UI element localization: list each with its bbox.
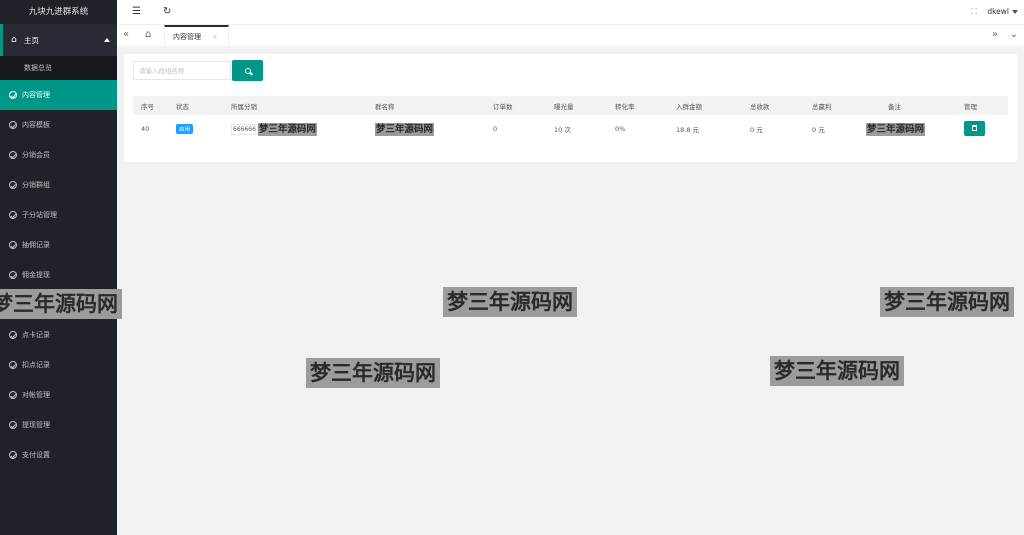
sidebar-item-substations[interactable]: 子分站管理 xyxy=(0,200,117,230)
sidebar-item-label: 对帐管理 xyxy=(22,391,50,399)
sidebar-subitem-overview[interactable]: 数据总览 xyxy=(0,56,117,80)
cell-id: 40 xyxy=(141,125,150,133)
sidebar-item-groups[interactable]: 分销群组 xyxy=(0,170,117,200)
tabs-scroll-right-icon[interactable]: » xyxy=(992,29,998,41)
column-header: 所属分销 xyxy=(223,96,367,115)
tab-bar: « ⌂ 内容管理 × » ⌄ xyxy=(117,25,1024,47)
column-header: 管理 xyxy=(956,96,1008,115)
cell-total-profit: 0 元 xyxy=(812,126,825,134)
sidebar-item-members[interactable]: 分销会员 xyxy=(0,140,117,170)
table-row: 40 启用 666666 梦三年源码网 梦三年源码网 0 10 次 0% 18.8… xyxy=(133,115,1008,143)
sidebar-item-label: 分销会员 xyxy=(22,151,50,159)
close-icon[interactable]: × xyxy=(212,33,218,41)
sidebar-item-label: 分销群组 xyxy=(22,181,50,189)
search-input[interactable] xyxy=(133,61,231,80)
sidebar: 九块九进群系统 ⌂ 主页 数据总览 内容管理 内容模板 分销会员 分销群组 子分… xyxy=(0,0,117,535)
sidebar-item-payment-settings[interactable]: 支付设置 xyxy=(0,440,117,470)
check-circle-icon xyxy=(9,451,17,459)
column-header: 群名称 xyxy=(367,96,485,115)
check-circle-icon xyxy=(9,331,17,339)
watermark: 梦三年源码网 xyxy=(443,287,577,317)
sidebar-item-content-template[interactable]: 内容模板 xyxy=(0,110,117,140)
check-circle-icon xyxy=(9,421,17,429)
column-header: 订单数 xyxy=(485,96,546,115)
tab-label: 内容管理 xyxy=(173,33,201,41)
check-circle-icon xyxy=(9,121,17,129)
cell-distributor: 梦三年源码网 xyxy=(257,122,317,136)
column-header: 曝光量 xyxy=(546,96,607,115)
sidebar-item-content-manage[interactable]: 内容管理 xyxy=(0,80,117,110)
column-header: 总收款 xyxy=(742,96,804,115)
sidebar-item-home[interactable]: ⌂ 主页 xyxy=(0,24,117,56)
sidebar-item-label: 内容模板 xyxy=(22,121,50,129)
fullscreen-icon[interactable]: ⛶ xyxy=(971,6,977,18)
status-badge: 启用 xyxy=(176,124,194,134)
trash-icon xyxy=(972,124,977,131)
sidebar-item-label: 抽佣记录 xyxy=(22,241,50,249)
column-header: 转化率 xyxy=(607,96,668,115)
sidebar-item-reconcile[interactable]: 对帐管理 xyxy=(0,380,117,410)
cell-group-name: 梦三年源码网 xyxy=(375,122,435,136)
watermark: 梦三年源码网 xyxy=(306,358,440,388)
cell-total-received: 0 元 xyxy=(750,126,763,134)
sidebar-item-label: 内容管理 xyxy=(22,91,50,99)
column-header: 总赢利 xyxy=(804,96,858,115)
sidebar-item-label: 提现管理 xyxy=(22,421,50,429)
sidebar-item-label: 扣点记录 xyxy=(22,361,50,369)
cell-conversion: 0% xyxy=(615,125,626,133)
delete-button[interactable] xyxy=(964,120,985,136)
sidebar-item-label: 佣金提现 xyxy=(22,271,50,279)
chevron-down-icon[interactable]: ⌄ xyxy=(1010,29,1018,41)
content-table: 序号 状态 所属分销 群名称 订单数 曝光量 转化率 入群金额 总收款 总赢利 … xyxy=(133,96,1008,143)
table-header-row: 序号 状态 所属分销 群名称 订单数 曝光量 转化率 入群金额 总收款 总赢利 … xyxy=(133,96,1008,115)
cell-exposure: 10 次 xyxy=(554,126,571,134)
sidebar-item-deduct-records[interactable]: 扣点记录 xyxy=(0,350,117,380)
column-header: 状态 xyxy=(168,96,223,115)
check-circle-icon xyxy=(9,391,17,399)
sidebar-item-commission-withdraw[interactable]: 佣金提现 xyxy=(0,260,117,290)
cell-orders: 0 xyxy=(493,125,498,133)
sidebar-item-withdraw-manage[interactable]: 提现管理 xyxy=(0,410,117,440)
check-circle-icon xyxy=(9,151,17,159)
sidebar-item-label: 子分站管理 xyxy=(22,211,57,219)
check-circle-icon xyxy=(9,181,17,189)
column-header: 序号 xyxy=(133,96,168,115)
top-header: ☰ ↻ ⛶ dkewl xyxy=(117,0,1024,25)
home-icon: ⌂ xyxy=(11,35,17,45)
sidebar-item-label: 支付设置 xyxy=(22,451,50,459)
cell-join-amount: 18.8 元 xyxy=(676,126,700,134)
cell-remark: 梦三年源码网 xyxy=(866,122,926,136)
refresh-icon[interactable]: ↻ xyxy=(163,6,171,18)
app-title: 九块九进群系统 xyxy=(28,7,89,17)
sidebar-item-label: 主页 xyxy=(24,35,39,45)
content-card: 序号 状态 所属分销 群名称 订单数 曝光量 转化率 入群金额 总收款 总赢利 … xyxy=(124,54,1017,162)
column-header: 备注 xyxy=(858,96,956,115)
tab-content-manage[interactable]: 内容管理 × xyxy=(164,25,229,47)
search-button[interactable] xyxy=(232,60,263,81)
caret-up-icon xyxy=(104,38,110,42)
check-circle-icon xyxy=(9,271,17,279)
user-menu[interactable]: dkewl xyxy=(987,7,1018,16)
distributor-id: 666666 xyxy=(231,123,258,135)
check-circle-icon xyxy=(9,91,17,99)
check-circle-icon xyxy=(9,211,17,219)
tabs-scroll-left-icon[interactable]: « xyxy=(123,29,129,41)
sidebar-item-label: 点卡记录 xyxy=(22,331,50,339)
check-circle-icon xyxy=(9,361,17,369)
caret-down-icon xyxy=(1012,9,1018,14)
sidebar-item-commission-records[interactable]: 抽佣记录 xyxy=(0,230,117,260)
search-icon xyxy=(244,67,251,74)
username: dkewl xyxy=(987,7,1009,16)
column-header: 入群金额 xyxy=(668,96,742,115)
check-circle-icon xyxy=(9,241,17,249)
sidebar-item-card-records[interactable]: 点卡记录 xyxy=(0,320,117,350)
menu-toggle-icon[interactable]: ☰ xyxy=(132,6,141,18)
watermark: 梦三年源码网 xyxy=(880,287,1014,317)
watermark: 梦三年源码网 xyxy=(770,356,904,386)
watermark: 梦三年源码网 xyxy=(0,289,122,319)
home-icon[interactable]: ⌂ xyxy=(145,29,151,41)
